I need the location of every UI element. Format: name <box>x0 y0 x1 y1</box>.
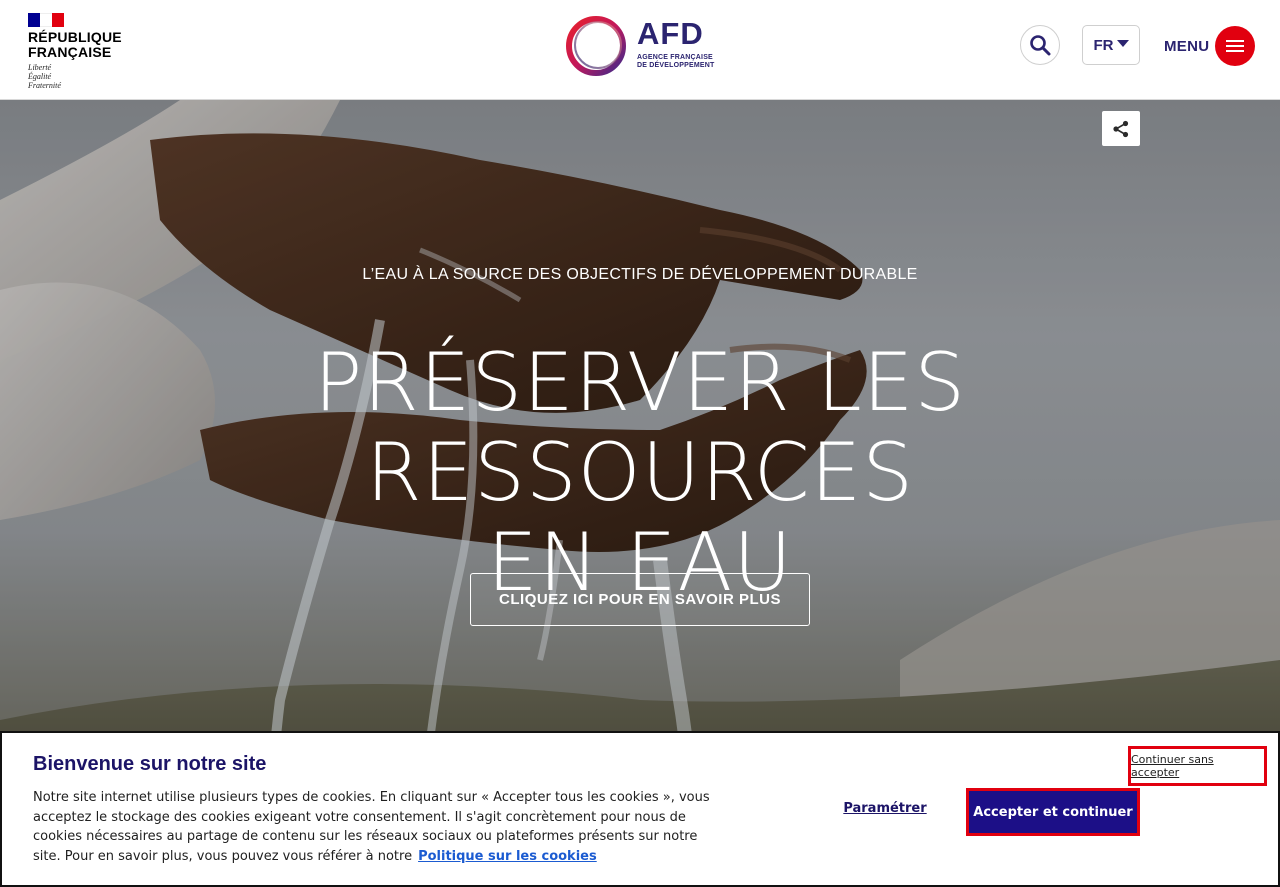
republique-francaise-title: RÉPUBLIQUE FRANÇAISE <box>28 29 122 60</box>
cookie-settings-button[interactable]: Paramétrer <box>834 801 936 823</box>
continue-without-accepting-button[interactable]: Continuer sans accepter <box>1128 746 1267 786</box>
search-button[interactable] <box>1020 25 1060 65</box>
learn-more-button[interactable]: CLIQUEZ ICI POUR EN SAVOIR PLUS <box>470 573 810 626</box>
afd-ring-icon <box>566 16 626 76</box>
share-icon <box>1113 120 1129 137</box>
accept-and-continue-button[interactable]: Accepter et continuer <box>966 788 1140 836</box>
afd-logo[interactable]: AFD AGENCE FRANÇAISE DE DÉVELOPPEMENT <box>564 14 724 78</box>
menu-label: MENU <box>1164 37 1210 55</box>
cookie-banner-text: Notre site internet utilise plusieurs ty… <box>33 788 713 866</box>
french-flag-icon <box>28 13 64 27</box>
republique-francaise-logo[interactable]: RÉPUBLIQUE FRANÇAISE Liberté Égalité Fra… <box>28 13 138 93</box>
cookie-banner-title: Bienvenue sur notre site <box>33 753 267 775</box>
hamburger-icon <box>1215 26 1256 66</box>
caret-down-icon <box>1116 40 1129 47</box>
language-selected: FR <box>1093 36 1114 54</box>
menu-button[interactable]: MENU <box>1164 26 1256 66</box>
afd-wordmark: AFD <box>637 16 704 51</box>
share-button[interactable] <box>1102 111 1140 146</box>
cookie-policy-link[interactable]: Politique sur les cookies <box>418 849 597 864</box>
hero-kicker: L’EAU À LA SOURCE DES OBJECTIFS DE DÉVEL… <box>362 266 918 283</box>
cookie-banner-body: Notre site internet utilise plusieurs ty… <box>33 790 710 864</box>
afd-subtitle: AGENCE FRANÇAISE DE DÉVELOPPEMENT <box>637 54 715 69</box>
search-icon <box>1030 35 1051 56</box>
cookie-banner: Bienvenue sur notre site Notre site inte… <box>0 731 1280 887</box>
language-selector[interactable]: FR <box>1082 25 1140 65</box>
republique-motto: Liberté Égalité Fraternité <box>28 63 61 90</box>
hero-title: PRÉSERVER LES RESSOURCES EN EAU <box>313 336 967 609</box>
site-header: RÉPUBLIQUE FRANÇAISE Liberté Égalité Fra… <box>0 0 1280 100</box>
